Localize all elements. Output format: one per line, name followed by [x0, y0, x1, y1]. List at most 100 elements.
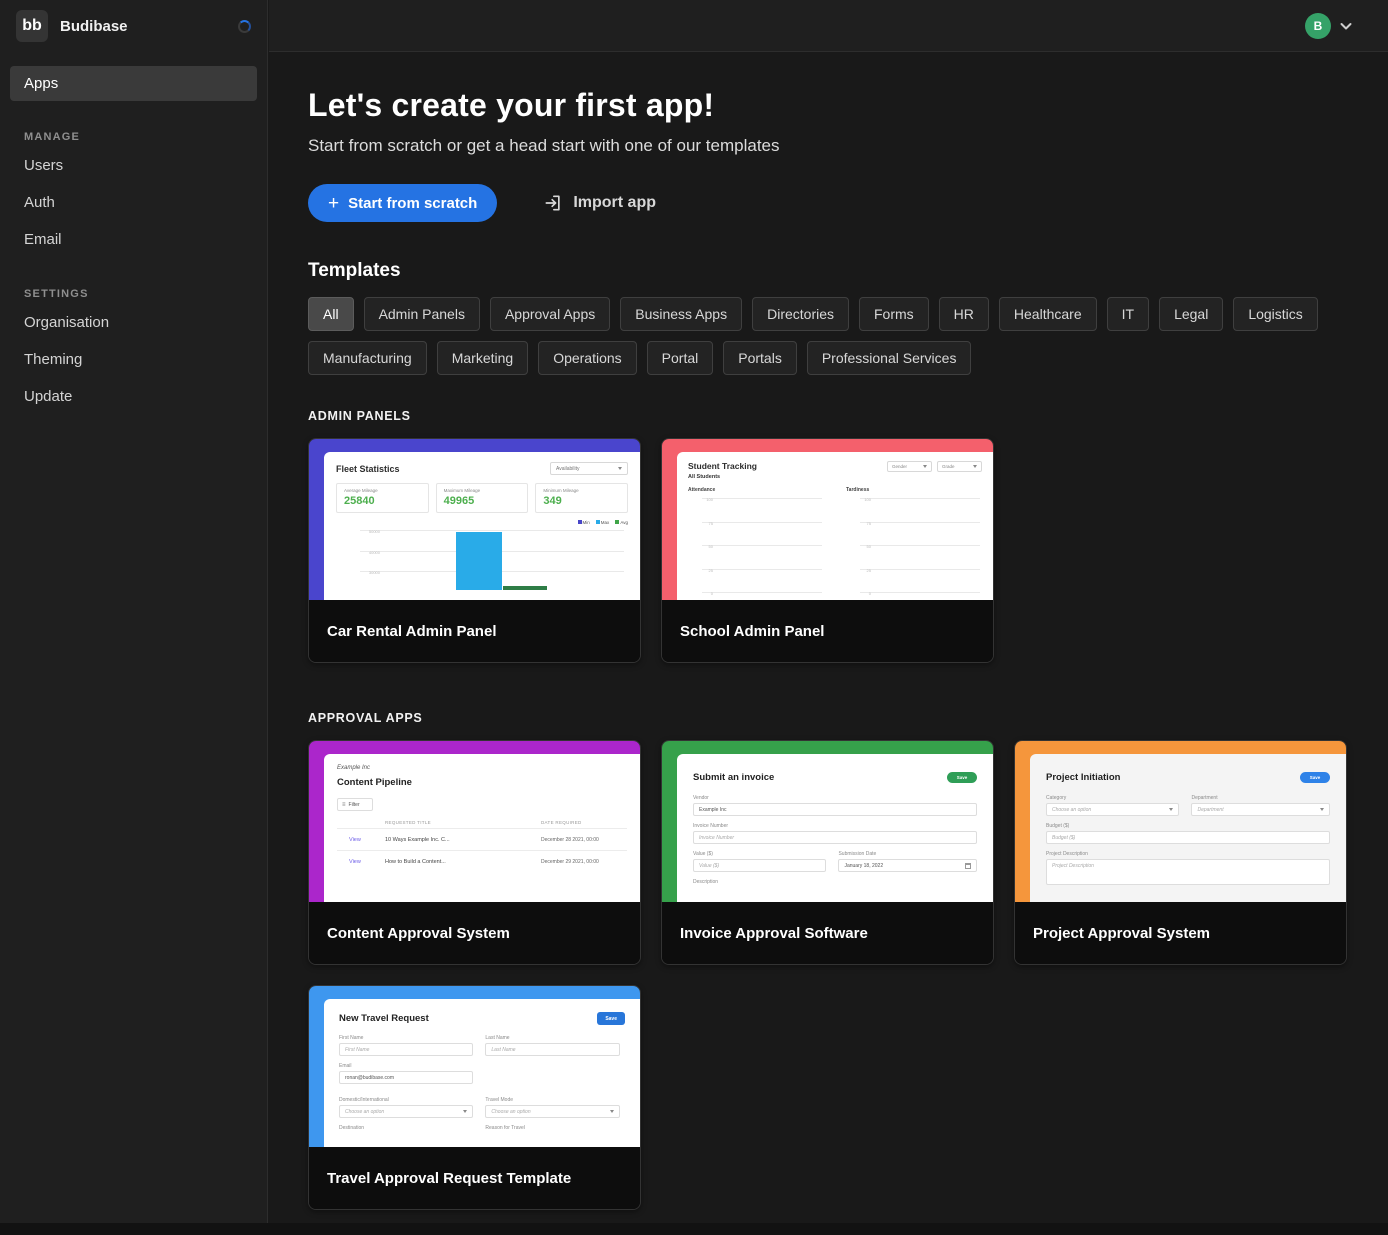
- sidebar-item-organisation[interactable]: Organisation: [0, 304, 267, 341]
- travel-mode-select: Choose an option: [485, 1105, 619, 1118]
- template-card-invoice-approval[interactable]: Submit an invoice Save Vendor Example In…: [661, 740, 994, 965]
- filter-chip-all[interactable]: All: [308, 297, 354, 331]
- calendar-icon: [965, 863, 971, 869]
- card-title: Invoice Approval Software: [662, 902, 993, 964]
- vendor-field: Example Inc: [693, 803, 977, 816]
- save-button: Save: [947, 772, 977, 783]
- filter-chip-approval-apps[interactable]: Approval Apps: [490, 297, 610, 331]
- travel-preview: New Travel Request Save First Name First…: [309, 986, 640, 1147]
- filter-chip-logistics[interactable]: Logistics: [1233, 297, 1317, 331]
- category-select: Choose an option: [1046, 803, 1179, 816]
- filter-chip-portals[interactable]: Portals: [723, 341, 797, 375]
- template-card-car-rental[interactable]: Fleet Statistics Availability Average Mi…: [308, 438, 641, 663]
- stat-maximum-mileage: Maximum Mileage 49965: [436, 483, 529, 513]
- template-card-content-approval[interactable]: Example Inc Content Pipeline ≡Filter REQ…: [308, 740, 641, 965]
- project-preview: Project Initiation Save Category Choose …: [1015, 741, 1346, 902]
- approval-apps-row: Example Inc Content Pipeline ≡Filter REQ…: [308, 740, 1352, 1210]
- select-chevron-icon: [618, 467, 622, 470]
- template-card-travel-approval[interactable]: New Travel Request Save First Name First…: [308, 985, 641, 1210]
- student-tracking-title: Student Tracking: [688, 461, 757, 471]
- bar-max-mileage: [456, 532, 502, 590]
- filter-icon: ≡: [342, 802, 346, 808]
- filter-chip-legal[interactable]: Legal: [1159, 297, 1223, 331]
- section-approval-apps: APPROVAL APPS: [308, 711, 1352, 725]
- page-title: Let's create your first app!: [308, 87, 1352, 124]
- import-icon: [543, 193, 563, 213]
- plus-icon: +: [328, 194, 339, 213]
- company-name: Example Inc: [337, 765, 627, 771]
- project-initiation-title: Project Initiation: [1046, 772, 1120, 783]
- car-rental-preview: Fleet Statistics Availability Average Mi…: [309, 439, 640, 600]
- invoice-preview: Submit an invoice Save Vendor Example In…: [662, 741, 993, 902]
- filter-chip-business-apps[interactable]: Business Apps: [620, 297, 742, 331]
- template-filter-chips: All Admin Panels Approval Apps Business …: [308, 297, 1352, 375]
- admin-panels-row: Fleet Statistics Availability Average Mi…: [308, 438, 1352, 663]
- sidebar-item-apps[interactable]: Apps: [10, 66, 257, 101]
- filter-chip-directories[interactable]: Directories: [752, 297, 849, 331]
- user-avatar[interactable]: B: [1305, 13, 1331, 39]
- sidebar-item-auth[interactable]: Auth: [0, 184, 267, 221]
- card-title: School Admin Panel: [662, 600, 993, 662]
- card-title: Content Approval System: [309, 902, 640, 964]
- sidebar-item-email[interactable]: Email: [0, 221, 267, 258]
- page-subtitle: Start from scratch or get a head start w…: [308, 136, 1352, 156]
- sidebar: bb Budibase Apps MANAGE Users Auth Email…: [0, 0, 268, 1235]
- all-students-subtitle: All Students: [688, 474, 757, 480]
- stat-average-mileage: Average Mileage 25840: [336, 483, 429, 513]
- start-from-scratch-button[interactable]: + Start from scratch: [308, 184, 497, 222]
- sidebar-item-theming[interactable]: Theming: [0, 341, 267, 378]
- filter-chip-it[interactable]: IT: [1107, 297, 1149, 331]
- availability-dropdown: Availability: [550, 462, 628, 475]
- value-field: Value ($): [693, 859, 826, 872]
- sidebar-section-settings: SETTINGS: [24, 288, 267, 300]
- filter-chip-manufacturing[interactable]: Manufacturing: [308, 341, 427, 375]
- card-title: Travel Approval Request Template: [309, 1147, 640, 1209]
- department-select: Department: [1191, 803, 1330, 816]
- submission-date-field: January 18, 2022: [838, 859, 977, 872]
- import-app-button[interactable]: Import app: [543, 193, 656, 213]
- filter-chip-operations[interactable]: Operations: [538, 341, 636, 375]
- filter-chip-healthcare[interactable]: Healthcare: [999, 297, 1097, 331]
- domestic-international-select: Choose an option: [339, 1105, 473, 1118]
- table-header: REQUESTED TITLE DATE REQUIRED: [337, 817, 627, 828]
- sidebar-item-update[interactable]: Update: [0, 378, 267, 415]
- window-bottom-edge: [0, 1223, 1388, 1235]
- import-app-label: Import app: [573, 194, 656, 212]
- school-preview: Student Tracking All Students Gender Gra…: [662, 439, 993, 600]
- sidebar-header: bb Budibase: [0, 0, 267, 52]
- filter-chip-portal[interactable]: Portal: [647, 341, 714, 375]
- filter-button: ≡Filter: [337, 798, 373, 811]
- card-title: Project Approval System: [1015, 902, 1346, 964]
- budget-field: Budget ($): [1046, 831, 1330, 844]
- start-from-scratch-label: Start from scratch: [348, 195, 477, 212]
- stat-minimum-mileage: Minimum Mileage 349: [535, 483, 628, 513]
- gender-dropdown: Gender: [887, 461, 932, 472]
- save-button: Save: [597, 1012, 625, 1025]
- chart-legend: Min Max Avg: [336, 520, 628, 525]
- template-card-school[interactable]: Student Tracking All Students Gender Gra…: [661, 438, 994, 663]
- filter-chip-admin-panels[interactable]: Admin Panels: [364, 297, 480, 331]
- chevron-down-icon[interactable]: [1338, 18, 1354, 34]
- submit-invoice-title: Submit an invoice: [693, 772, 774, 783]
- fleet-bar-chart: 50000 40000 30000: [336, 528, 628, 588]
- brand-name: Budibase: [60, 18, 226, 35]
- sidebar-section-manage: MANAGE: [24, 131, 267, 143]
- table-row: View How to Build a Content... December …: [337, 850, 627, 872]
- filter-chip-marketing[interactable]: Marketing: [437, 341, 528, 375]
- filter-chip-forms[interactable]: Forms: [859, 297, 929, 331]
- first-name-field: First Name: [339, 1043, 473, 1056]
- filter-chip-hr[interactable]: HR: [939, 297, 989, 331]
- filter-chip-professional-services[interactable]: Professional Services: [807, 341, 972, 375]
- invoice-number-field: Invoice Number: [693, 831, 977, 844]
- content-pipeline-title: Content Pipeline: [337, 777, 627, 788]
- table-row: View 10 Ways Example Inc. C... December …: [337, 828, 627, 850]
- fleet-statistics-title: Fleet Statistics: [336, 464, 400, 474]
- new-travel-request-title: New Travel Request: [339, 1013, 429, 1024]
- email-field: ronan@budibase.com: [339, 1071, 473, 1084]
- topbar: B: [269, 0, 1388, 52]
- templates-heading: Templates: [308, 260, 1352, 282]
- template-card-project-approval[interactable]: Project Initiation Save Category Choose …: [1014, 740, 1347, 965]
- grade-dropdown: Grade: [937, 461, 982, 472]
- last-name-field: Last Name: [485, 1043, 619, 1056]
- sidebar-item-users[interactable]: Users: [0, 147, 267, 184]
